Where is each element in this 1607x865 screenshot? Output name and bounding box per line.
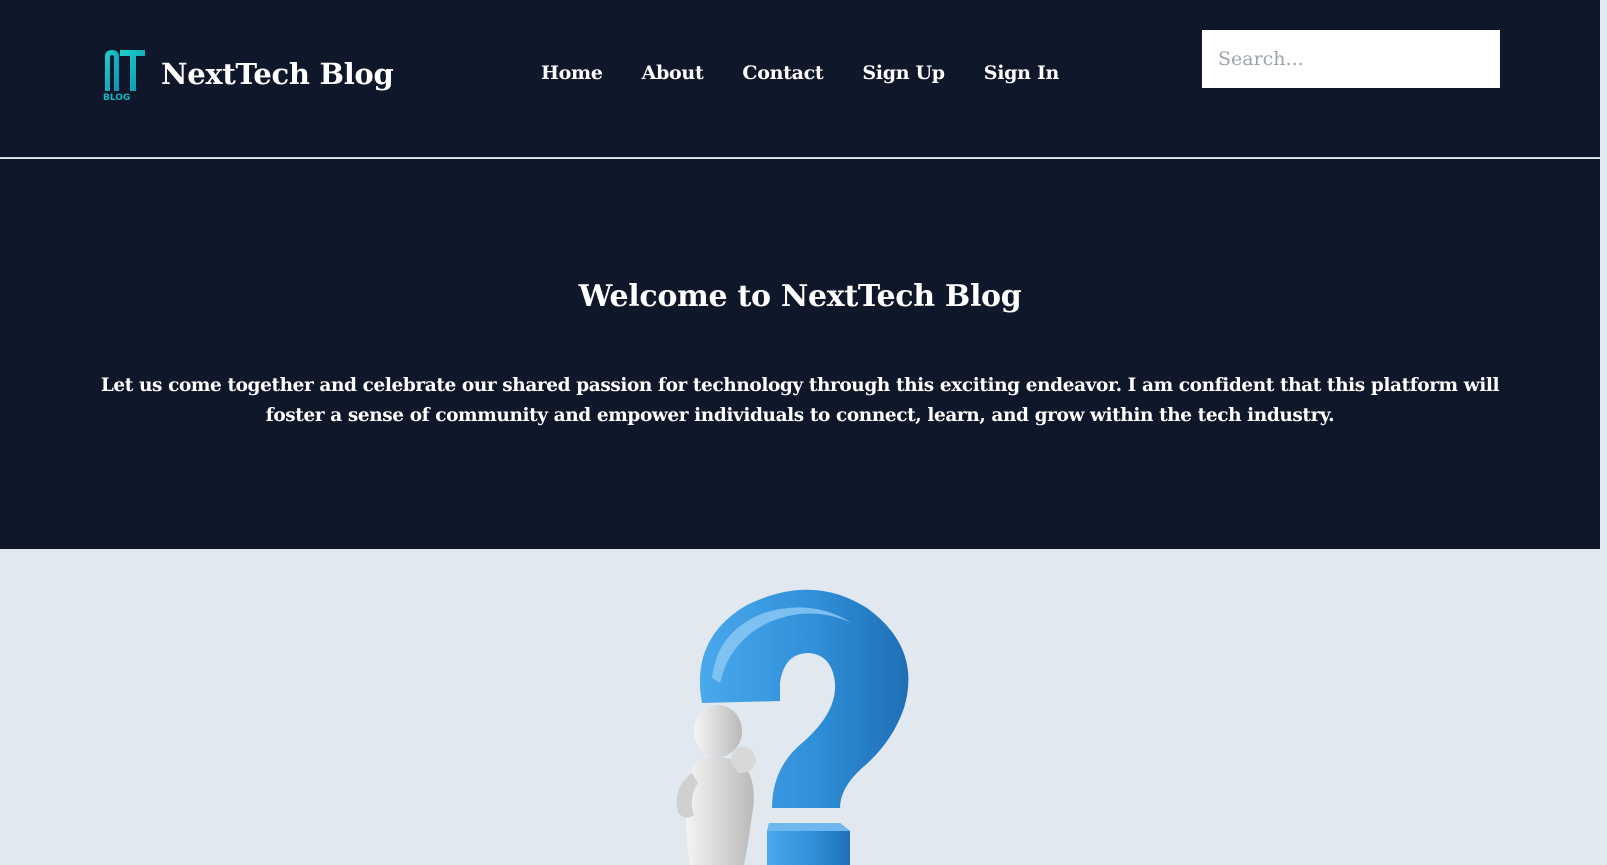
nav-home-link[interactable]: Home [541, 62, 603, 84]
logo-icon: BLOG [103, 50, 145, 101]
svg-text:BLOG: BLOG [103, 93, 130, 101]
question-mark-person-illustration [672, 583, 952, 865]
nav-about-link[interactable]: About [642, 62, 704, 84]
main-nav: Home About Contact Sign Up Sign In [541, 62, 1059, 84]
hero-description: Let us come together and celebrate our s… [100, 375, 1500, 426]
search-input[interactable] [1202, 30, 1500, 88]
nav-sign-in-link[interactable]: Sign In [984, 62, 1060, 84]
hero-section: Welcome to NextTech Blog Let us come tog… [0, 159, 1600, 549]
page: BLOG NextTech Blog Home About Contact Si… [0, 0, 1607, 865]
brand[interactable]: BLOG NextTech Blog [103, 47, 394, 101]
nav-contact-link[interactable]: Contact [742, 62, 823, 84]
brand-title: NextTech Blog [161, 57, 394, 91]
illustration-section [0, 549, 1607, 865]
nav-sign-up-link[interactable]: Sign Up [862, 62, 945, 84]
site-header: BLOG NextTech Blog Home About Contact Si… [0, 0, 1600, 158]
question-mark-icon [676, 589, 909, 865]
hero-title: Welcome to NextTech Blog [578, 279, 1022, 314]
